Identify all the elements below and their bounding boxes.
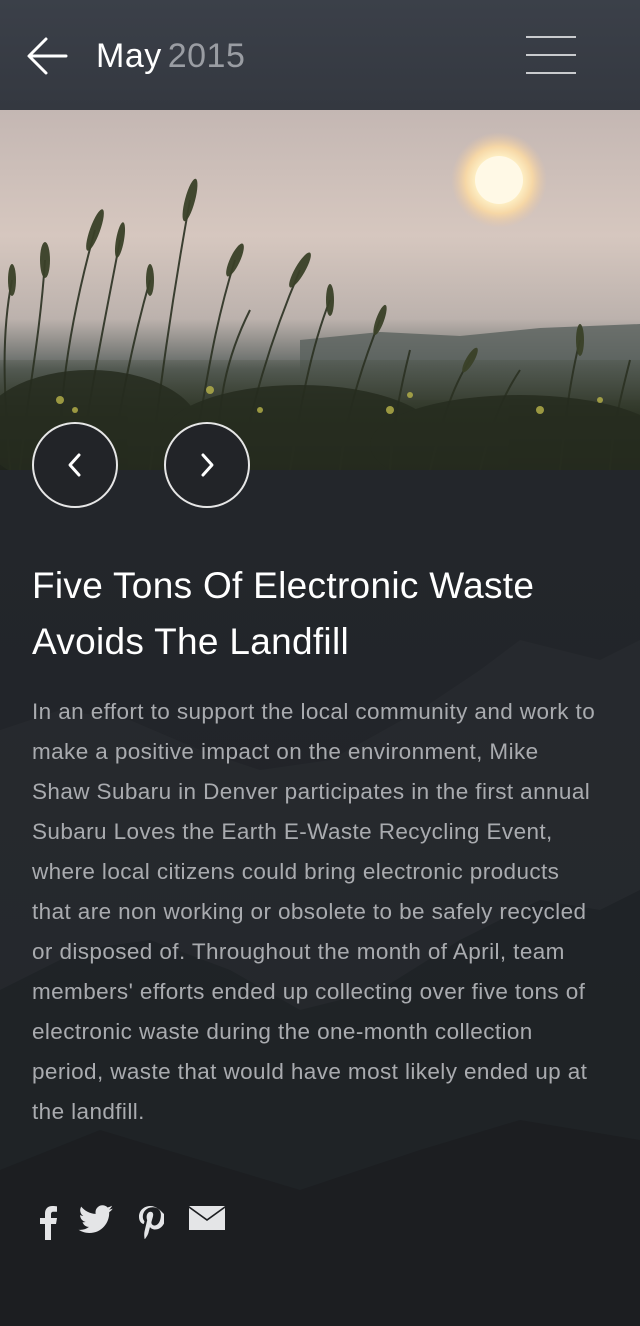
chevron-left-icon	[68, 453, 81, 477]
article-body: In an effort to support the local commun…	[32, 699, 596, 1124]
email-share-button[interactable]	[188, 1204, 226, 1234]
article-title: Five Tons Of Electronic Waste Avoids The…	[32, 565, 535, 662]
top-bar: May 2015	[0, 0, 640, 110]
chevron-right-icon	[201, 453, 214, 477]
hamburger-line	[526, 54, 576, 56]
arrow-left-icon	[27, 37, 68, 75]
next-button[interactable]	[164, 422, 250, 508]
hamburger-line	[526, 72, 576, 74]
page-title: May 2015	[96, 34, 245, 78]
title-month: May	[96, 37, 162, 75]
email-icon	[189, 1206, 225, 1230]
pinterest-share-button[interactable]	[136, 1204, 164, 1240]
article-screen: May 2015 Five Tons Of Electronic Waste A…	[0, 0, 640, 1326]
previous-button[interactable]	[32, 422, 118, 508]
grass-at-sunset-photo	[0, 110, 640, 470]
back-button[interactable]	[22, 30, 74, 82]
facebook-icon	[40, 1206, 57, 1240]
twitter-icon	[78, 1205, 113, 1233]
facebook-share-button[interactable]	[38, 1204, 58, 1240]
title-year: 2015	[167, 37, 246, 75]
pinterest-icon	[139, 1206, 164, 1240]
twitter-share-button[interactable]	[78, 1204, 114, 1236]
hero-image	[0, 110, 640, 470]
menu-button[interactable]	[522, 30, 580, 80]
hamburger-menu-icon	[526, 36, 576, 38]
